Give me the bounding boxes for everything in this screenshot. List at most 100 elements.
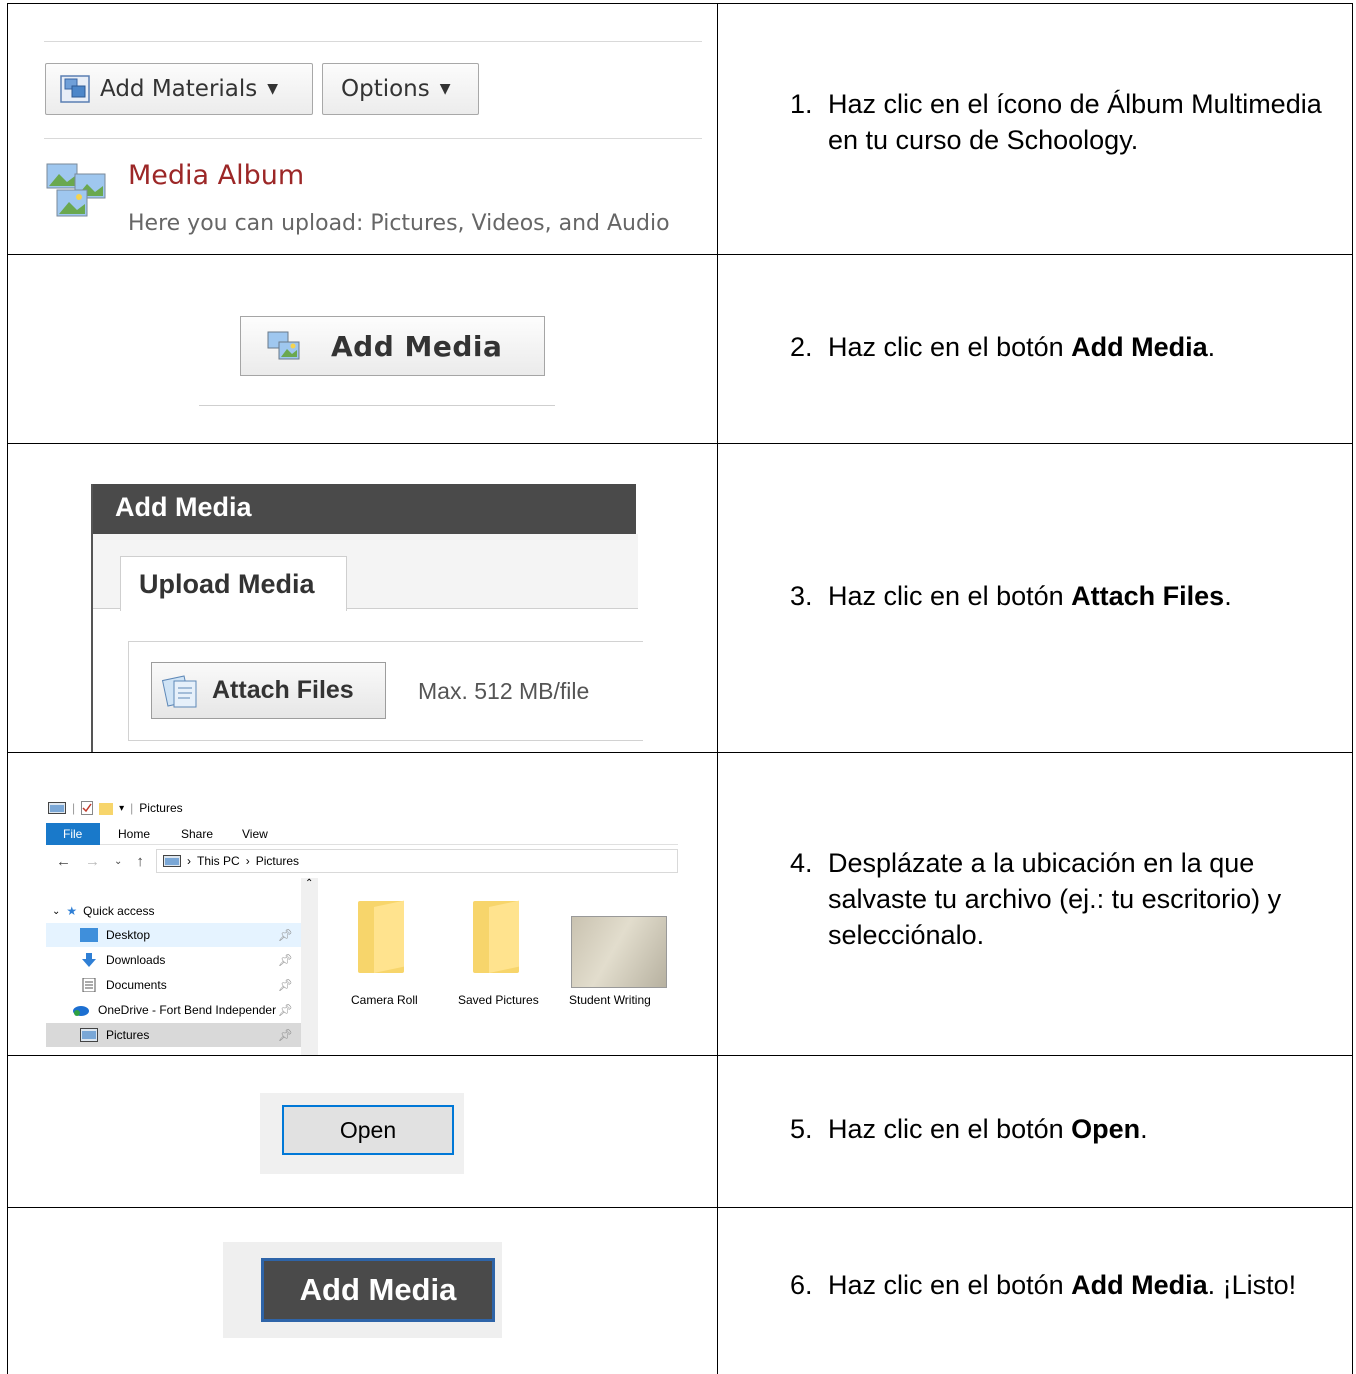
attach-files-button[interactable]: Attach Files — [151, 662, 386, 719]
pin-icon[interactable]: 📌︎ — [278, 928, 293, 942]
thumbnail-student-writing[interactable] — [571, 916, 667, 988]
pin-icon[interactable]: 📌︎ — [278, 953, 293, 967]
step-text-prefix: Haz clic en el botón — [828, 1113, 1072, 1144]
breadcrumb-this-pc[interactable]: This PC — [197, 854, 240, 868]
properties-icon[interactable] — [81, 801, 94, 815]
recent-dropdown-icon[interactable]: ⌄ — [114, 853, 122, 870]
step-text-bold: Open — [1071, 1113, 1141, 1144]
pictures-icon — [80, 1028, 98, 1042]
star-icon: ★ — [66, 904, 78, 918]
sidebar-item-label: Desktop — [106, 928, 151, 942]
download-icon — [82, 953, 96, 967]
tab-view[interactable]: View — [242, 827, 268, 841]
media-album-icon[interactable] — [45, 162, 107, 220]
tab-file[interactable]: File — [46, 823, 100, 845]
step-text-bold: Add Media — [1071, 332, 1208, 362]
step-row-4: | ▾ | Pictures File Home Share View ← → … — [7, 752, 1353, 1056]
up-arrow-icon[interactable]: ↑ — [136, 853, 144, 870]
step-text: Haz clic en el ícono de Álbum Multimedia… — [828, 88, 1322, 155]
attach-files-icon — [162, 674, 197, 707]
upload-panel: Attach Files Max. 512 MB/file — [128, 641, 643, 741]
caret-down-icon: ▼ — [267, 81, 279, 97]
caret-down-icon: ▼ — [439, 81, 451, 97]
max-file-size: Max. 512 MB/file — [418, 678, 590, 704]
window-icon — [48, 802, 66, 814]
pc-icon — [163, 855, 181, 867]
sidebar-item-desktop[interactable]: Desktop 📌︎ — [46, 923, 301, 947]
add-materials-button[interactable]: Add Materials ▼ — [45, 63, 313, 115]
pin-icon[interactable]: 📌︎ — [278, 1003, 293, 1017]
step-row-5: Open 5. Haz clic en el botón Open. — [7, 1055, 1353, 1208]
tab-upload-media[interactable]: Upload Media — [120, 556, 347, 611]
step-5-instruction: 5. Haz clic en el botón Open. — [717, 1055, 1353, 1208]
add-media-dialog: Add Media Upload Media Attach Files Max.… — [91, 484, 643, 752]
file-label: Camera Roll — [351, 993, 418, 1007]
sidebar-item-onedrive[interactable]: OneDrive - Fort Bend Independer 📌︎ — [46, 998, 301, 1022]
dialog-title: Add Media — [93, 484, 636, 534]
step-3-instruction: 3. Haz clic en el botón Attach Files. — [717, 443, 1353, 753]
options-button[interactable]: Options ▼ — [322, 63, 479, 115]
tab-share[interactable]: Share — [181, 827, 213, 841]
back-arrow-icon[interactable]: ← — [56, 853, 71, 870]
step-text-suffix: . — [1224, 581, 1232, 611]
sidebar-item-pictures[interactable]: Pictures 📌︎ — [46, 1023, 301, 1047]
breadcrumb-pictures[interactable]: Pictures — [256, 854, 299, 868]
step-2-instruction: 2. Haz clic en el botón Add Media. — [717, 254, 1353, 444]
step-text-prefix: Haz clic en el botón — [828, 1269, 1072, 1300]
open-button[interactable]: Open — [282, 1105, 454, 1155]
instructions-table: Add Materials ▼ Options ▼ Media Album He… — [7, 3, 1353, 1374]
scroll-up-icon[interactable]: ⌃ — [305, 878, 313, 889]
add-media-submit-button[interactable]: Add Media — [261, 1258, 495, 1322]
sidebar-item-downloads[interactable]: Downloads 📌︎ — [46, 948, 301, 972]
step-6-instruction: 6. Haz clic en el botón Add Media. ¡List… — [717, 1207, 1353, 1374]
desktop-icon — [80, 928, 98, 942]
add-materials-label: Add Materials — [100, 76, 258, 102]
step-number: 4. — [790, 848, 813, 878]
step-text-suffix: . — [1140, 1113, 1148, 1144]
document-icon — [82, 978, 96, 992]
step-5-screenshot: Open — [7, 1055, 718, 1208]
step-1-instruction: 1. Haz clic en el ícono de Álbum Multime… — [717, 3, 1353, 255]
divider — [199, 405, 555, 406]
dialog-tabbar: Upload Media — [93, 534, 638, 611]
quick-access-dropdown-icon[interactable]: ▾ — [119, 803, 124, 814]
sidebar-item-documents[interactable]: Documents 📌︎ — [46, 973, 301, 997]
folder-saved-pictures[interactable] — [473, 900, 519, 973]
file-label: Student Writing — [569, 993, 651, 1007]
step-2-screenshot: Add Media — [7, 254, 718, 444]
options-label: Options — [341, 76, 430, 102]
add-media-button[interactable]: Add Media — [240, 316, 545, 376]
pin-icon[interactable]: 📌︎ — [278, 1028, 293, 1042]
pin-icon[interactable]: 📌︎ — [278, 978, 293, 992]
add-media-label: Add Media — [331, 329, 503, 363]
file-label: Saved Pictures — [458, 993, 539, 1007]
sidebar-item-label: Quick access — [83, 904, 155, 918]
address-bar[interactable]: › This PC › Pictures — [156, 849, 678, 873]
sidebar-item-label: OneDrive - Fort Bend Independer — [98, 1003, 277, 1017]
chevron-down-icon: ⌄ — [52, 905, 61, 917]
step-number: 3. — [790, 581, 813, 611]
tab-home[interactable]: Home — [118, 827, 150, 841]
step-number: 1. — [790, 88, 813, 119]
sidebar-item-label: Pictures — [106, 1028, 150, 1042]
step-row-1: Add Materials ▼ Options ▼ Media Album He… — [7, 3, 1353, 255]
step-row-6: Add Media 6. Haz clic en el botón Add Me… — [7, 1207, 1353, 1374]
forward-arrow-icon[interactable]: → — [85, 853, 100, 870]
step-text-bold: Attach Files — [1071, 581, 1225, 611]
explorer-titlebar: | ▾ | Pictures — [48, 798, 183, 818]
sidebar-item-label: Downloads — [106, 953, 166, 967]
media-album-subtitle: Here you can upload: Pictures, Videos, a… — [128, 211, 670, 236]
add-media-icon — [267, 331, 300, 360]
window-title: Pictures — [139, 801, 183, 815]
sidebar-item-label: Documents — [106, 978, 167, 992]
divider — [44, 138, 702, 139]
new-folder-icon[interactable] — [99, 801, 114, 815]
folder-camera-roll[interactable] — [358, 900, 404, 973]
scrollbar[interactable]: ⌃ — [301, 878, 318, 1055]
sidebar-item-quick-access[interactable]: ⌄ ★ Quick access — [46, 899, 301, 923]
step-row-3: Add Media Upload Media Attach Files Max.… — [7, 443, 1353, 753]
step-text-suffix: . — [1207, 332, 1216, 362]
step-number: 6. — [790, 1269, 813, 1300]
media-album-title[interactable]: Media Album — [128, 160, 304, 191]
step-row-2: Add Media 2. Haz clic en el botón Add Me… — [7, 254, 1353, 444]
